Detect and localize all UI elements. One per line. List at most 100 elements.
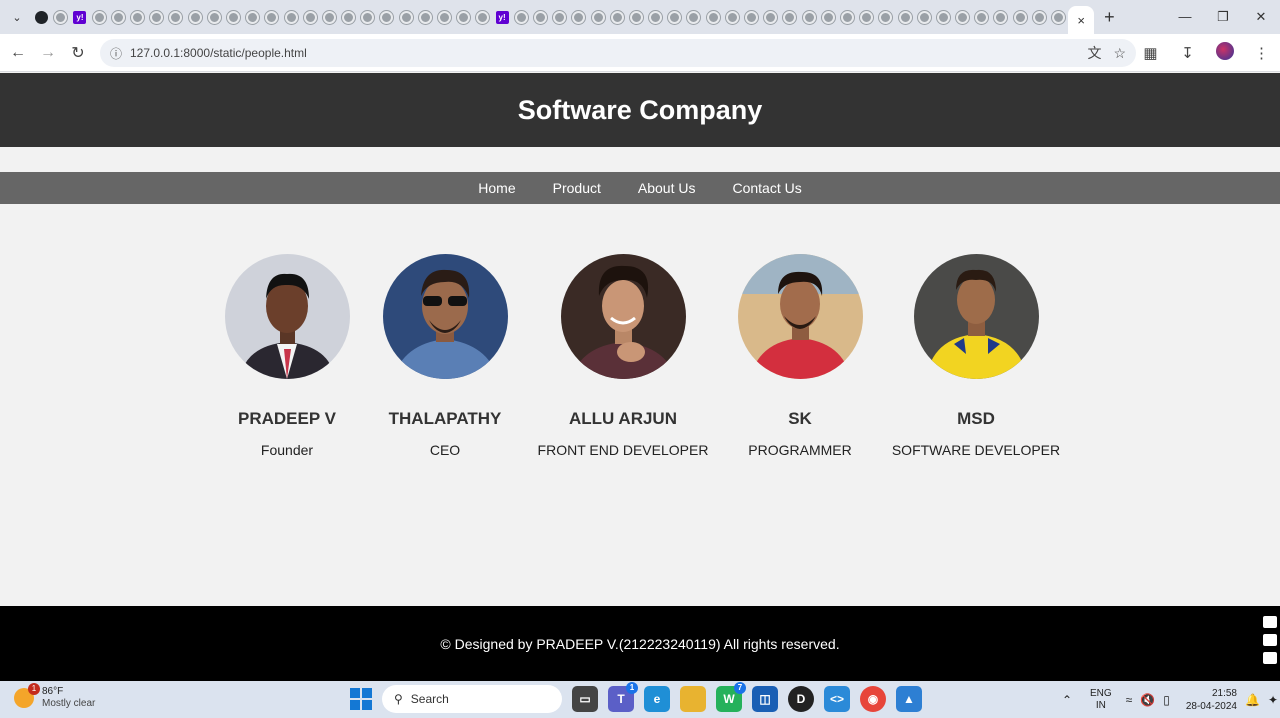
video-icon[interactable] [1263, 634, 1277, 646]
taskbar-search[interactable]: ⚲ Search [382, 685, 562, 713]
minimize-icon[interactable]: — [1166, 0, 1204, 34]
pinned-tab[interactable] [723, 0, 742, 34]
pinned-tab[interactable] [243, 0, 262, 34]
pinned-tab[interactable] [301, 0, 320, 34]
address-bar[interactable]: ⓘ 127.0.0.1:8000/static/people.html 文 ☆ [100, 39, 1136, 67]
pinned-tab[interactable] [646, 0, 665, 34]
notification-bell-icon[interactable]: 🔔 [1245, 693, 1260, 707]
translate-icon[interactable]: 文 [1087, 43, 1101, 63]
pinned-tab[interactable] [473, 0, 492, 34]
pinned-tab[interactable] [953, 0, 972, 34]
close-icon[interactable]: ✕ [1242, 0, 1280, 34]
pinned-tab[interactable] [1049, 0, 1068, 34]
task-view-icon[interactable]: ▭ [572, 686, 598, 712]
pinned-tab[interactable] [377, 0, 396, 34]
pinned-tab[interactable] [742, 0, 761, 34]
pinned-tab[interactable] [281, 0, 300, 34]
profile-avatar[interactable] [1206, 42, 1243, 64]
nav-link-contact-us[interactable]: Contact Us [732, 180, 801, 196]
maximize-icon[interactable]: ❐ [1204, 0, 1242, 34]
forward-arrow-icon[interactable]: → [33, 44, 63, 62]
photos-icon[interactable]: ▲ [896, 686, 922, 712]
pinned-tab[interactable] [684, 0, 703, 34]
weather-widget[interactable]: 1 86°F Mostly clear [14, 683, 95, 710]
screen-icon[interactable] [1263, 652, 1277, 664]
vscode-icon[interactable]: <> [824, 686, 850, 712]
pinned-tab[interactable] [90, 0, 109, 34]
pinned-tab[interactable] [512, 0, 531, 34]
pinned-tab[interactable] [1030, 0, 1049, 34]
pinned-tab[interactable] [915, 0, 934, 34]
pinned-tab[interactable] [800, 0, 819, 34]
bookmark-star-icon[interactable]: ☆ [1113, 45, 1126, 62]
pinned-tab[interactable] [262, 0, 281, 34]
pinned-tab[interactable] [761, 0, 780, 34]
pinned-tab[interactable] [780, 0, 799, 34]
pinned-tab[interactable] [32, 0, 51, 34]
nav-link-about-us[interactable]: About Us [638, 180, 696, 196]
clock[interactable]: 21:58 28-04-2024 [1186, 687, 1237, 713]
back-arrow-icon[interactable]: ← [3, 44, 33, 62]
menu-dots-icon[interactable]: ⋮ [1243, 44, 1280, 62]
pinned-tab[interactable] [358, 0, 377, 34]
camera-icon[interactable] [1263, 616, 1277, 628]
pinned-tab[interactable] [876, 0, 895, 34]
pinned-tab[interactable] [339, 0, 358, 34]
pinned-tab[interactable] [838, 0, 857, 34]
pinned-tab[interactable] [147, 0, 166, 34]
windows-start-icon[interactable] [350, 688, 372, 710]
pinned-tab[interactable] [704, 0, 723, 34]
teams-icon[interactable]: T1 [608, 682, 638, 712]
pinned-tab[interactable] [416, 0, 435, 34]
wifi-icon[interactable]: ≈ [1126, 693, 1133, 707]
nav-link-home[interactable]: Home [478, 180, 515, 196]
pinned-tab[interactable] [397, 0, 416, 34]
nav-link-product[interactable]: Product [553, 180, 601, 196]
chevron-up-icon[interactable]: ⌃ [1062, 693, 1072, 707]
pinned-tab[interactable] [186, 0, 205, 34]
volume-mute-icon[interactable]: 🔇 [1140, 693, 1155, 707]
active-tab-close-button[interactable]: × [1068, 6, 1095, 34]
url-text[interactable]: 127.0.0.1:8000/static/people.html [130, 46, 307, 60]
pinned-tab[interactable] [224, 0, 243, 34]
whatsapp-icon[interactable]: W7 [716, 682, 746, 712]
pinned-tab[interactable] [588, 0, 607, 34]
pinned-tab[interactable] [1011, 0, 1030, 34]
edge-icon[interactable]: e [644, 686, 670, 712]
pinned-tab[interactable] [128, 0, 147, 34]
copilot-icon[interactable]: ✦ [1268, 693, 1278, 707]
pinned-tab[interactable] [934, 0, 953, 34]
file-explorer-icon[interactable] [680, 686, 706, 712]
pinned-tab[interactable] [895, 0, 914, 34]
pinned-tab[interactable] [569, 0, 588, 34]
pinned-tab[interactable] [991, 0, 1010, 34]
tab-search-button[interactable]: ⌄ [6, 6, 28, 28]
pinned-tab[interactable] [627, 0, 646, 34]
new-tab-button[interactable]: + [1104, 7, 1115, 28]
pinned-tab[interactable] [665, 0, 684, 34]
site-info-icon[interactable]: ⓘ [102, 45, 130, 62]
pinned-tab[interactable] [454, 0, 473, 34]
extensions-icon[interactable]: ▦ [1132, 44, 1169, 62]
pinned-tab[interactable] [51, 0, 70, 34]
dell-icon[interactable]: D [788, 686, 814, 712]
pinned-tab[interactable] [205, 0, 224, 34]
pinned-tab[interactable] [857, 0, 876, 34]
pinned-tab[interactable] [972, 0, 991, 34]
pinned-tab[interactable] [166, 0, 185, 34]
pinned-tab[interactable] [109, 0, 128, 34]
pinned-tab[interactable] [320, 0, 339, 34]
pinned-tab[interactable]: y! [493, 0, 512, 34]
pinned-tab[interactable] [531, 0, 550, 34]
language-indicator[interactable]: ENG IN [1090, 688, 1112, 712]
pinned-tab[interactable] [819, 0, 838, 34]
pinned-tab[interactable]: y! [70, 0, 89, 34]
pinned-tab[interactable] [608, 0, 627, 34]
download-icon[interactable]: ↧ [1169, 44, 1206, 62]
chrome-icon[interactable]: ◉ [860, 686, 886, 712]
reload-icon[interactable]: ↻ [63, 43, 93, 63]
pinned-tab[interactable] [435, 0, 454, 34]
battery-icon[interactable]: ▯ [1163, 693, 1170, 707]
pinned-tab[interactable] [550, 0, 569, 34]
store-icon[interactable]: ◫ [752, 686, 778, 712]
